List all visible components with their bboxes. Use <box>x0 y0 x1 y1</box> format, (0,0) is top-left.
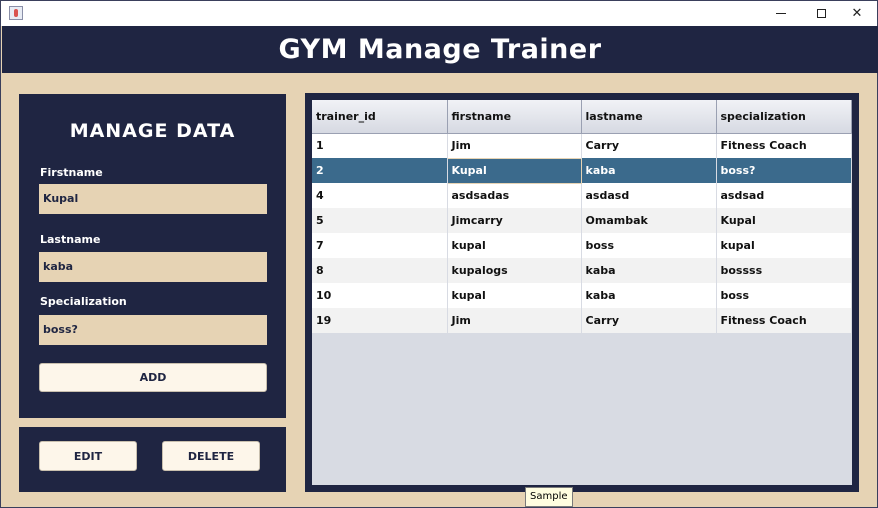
maximize-button[interactable] <box>803 1 839 26</box>
manage-data-panel: MANAGE DATA Firstname Kupal Lastname kab… <box>19 94 286 418</box>
table-cell[interactable]: 4 <box>312 183 447 208</box>
column-header[interactable]: trainer_id <box>312 100 448 134</box>
table-cell[interactable]: asdsadas <box>447 183 581 208</box>
table-row[interactable]: 4 asdsadas asdasd asdsad <box>312 183 851 208</box>
table-cell[interactable]: asdasd <box>581 183 716 208</box>
table-cell[interactable]: Fitness Coach <box>716 308 851 333</box>
table-cell[interactable]: kaba <box>581 158 716 183</box>
table-cell[interactable]: Jim <box>447 308 581 333</box>
table-cell[interactable]: 7 <box>312 233 447 258</box>
add-button[interactable]: ADD <box>39 363 267 392</box>
table-row[interactable]: 10 kupal kaba boss <box>312 283 851 308</box>
maximize-icon <box>816 9 826 18</box>
app-window: ✕ GYM Manage Trainer MANAGE DATA Firstna… <box>0 0 878 508</box>
panel-title: MANAGE DATA <box>69 120 236 142</box>
close-button[interactable]: ✕ <box>839 1 875 26</box>
page-title: GYM Manage Trainer <box>278 34 602 65</box>
table-cell[interactable]: Carry <box>581 133 716 158</box>
table-row[interactable]: 8 kupalogs kaba bossss <box>312 258 851 283</box>
table-cell[interactable]: 1 <box>312 133 447 158</box>
column-header[interactable]: lastname <box>581 100 717 134</box>
table-cell[interactable]: asdsad <box>716 183 851 208</box>
firstname-field[interactable]: Kupal <box>39 184 267 214</box>
delete-button[interactable]: DELETE <box>162 441 260 471</box>
table-row[interactable]: 19 Jim Carry Fitness Coach <box>312 308 851 333</box>
table-cell[interactable]: Omambak <box>581 208 716 233</box>
table-cell[interactable]: Kupal <box>716 208 851 233</box>
table-row[interactable]: 1 Jim Carry Fitness Coach <box>312 133 851 158</box>
actions-panel: EDIT DELETE <box>19 427 286 492</box>
table-row[interactable]: 2 Kupal kaba boss? <box>312 157 851 184</box>
table-cell[interactable]: 19 <box>312 308 447 333</box>
firstname-label: Firstname <box>40 166 103 179</box>
table-cell[interactable]: kupalogs <box>447 258 581 283</box>
table-header-row: trainer_id firstname lastname specializa… <box>312 100 852 134</box>
table-cell[interactable]: kaba <box>581 258 716 283</box>
table-cell[interactable]: Fitness Coach <box>716 133 851 158</box>
table-cell[interactable]: 10 <box>312 283 447 308</box>
specialization-field[interactable]: boss? <box>39 315 267 345</box>
table-cell[interactable]: Jim <box>447 133 581 158</box>
java-coffee-cup-icon <box>9 6 23 20</box>
table-cell[interactable]: kupal <box>447 283 581 308</box>
column-header[interactable]: firstname <box>447 100 582 134</box>
table-cell[interactable]: 2 <box>312 158 447 183</box>
table-panel: trainer_id firstname lastname specializa… <box>305 93 859 492</box>
table-cell[interactable]: Kupal <box>446 157 582 184</box>
trainer-table-scroll[interactable]: trainer_id firstname lastname specializa… <box>312 100 852 485</box>
table-cell[interactable]: bossss <box>716 258 851 283</box>
title-bar: ✕ <box>1 1 877 26</box>
trainer-table: trainer_id firstname lastname specializa… <box>312 100 852 333</box>
table-cell[interactable]: Jimcarry <box>447 208 581 233</box>
minimize-icon <box>776 13 786 14</box>
table-cell[interactable]: Carry <box>581 308 716 333</box>
table-cell[interactable]: boss <box>716 283 851 308</box>
close-icon: ✕ <box>851 6 863 21</box>
table-cell[interactable]: kaba <box>581 283 716 308</box>
table-cell[interactable]: 8 <box>312 258 447 283</box>
tooltip: Sample <box>525 487 573 507</box>
lastname-field[interactable]: kaba <box>39 252 267 282</box>
edit-button[interactable]: EDIT <box>39 441 137 471</box>
lastname-label: Lastname <box>40 233 101 246</box>
table-cell[interactable]: boss <box>581 233 716 258</box>
table-cell[interactable]: 5 <box>312 208 447 233</box>
table-cell[interactable]: kupal <box>447 233 581 258</box>
table-cell[interactable]: kupal <box>716 233 851 258</box>
specialization-label: Specialization <box>40 295 127 308</box>
column-header[interactable]: specialization <box>716 100 852 134</box>
app-header: GYM Manage Trainer <box>2 26 878 73</box>
minimize-button[interactable] <box>763 1 799 26</box>
table-row[interactable]: 7 kupal boss kupal <box>312 233 851 258</box>
table-cell[interactable]: boss? <box>716 158 851 183</box>
table-row[interactable]: 5 Jimcarry Omambak Kupal <box>312 208 851 233</box>
